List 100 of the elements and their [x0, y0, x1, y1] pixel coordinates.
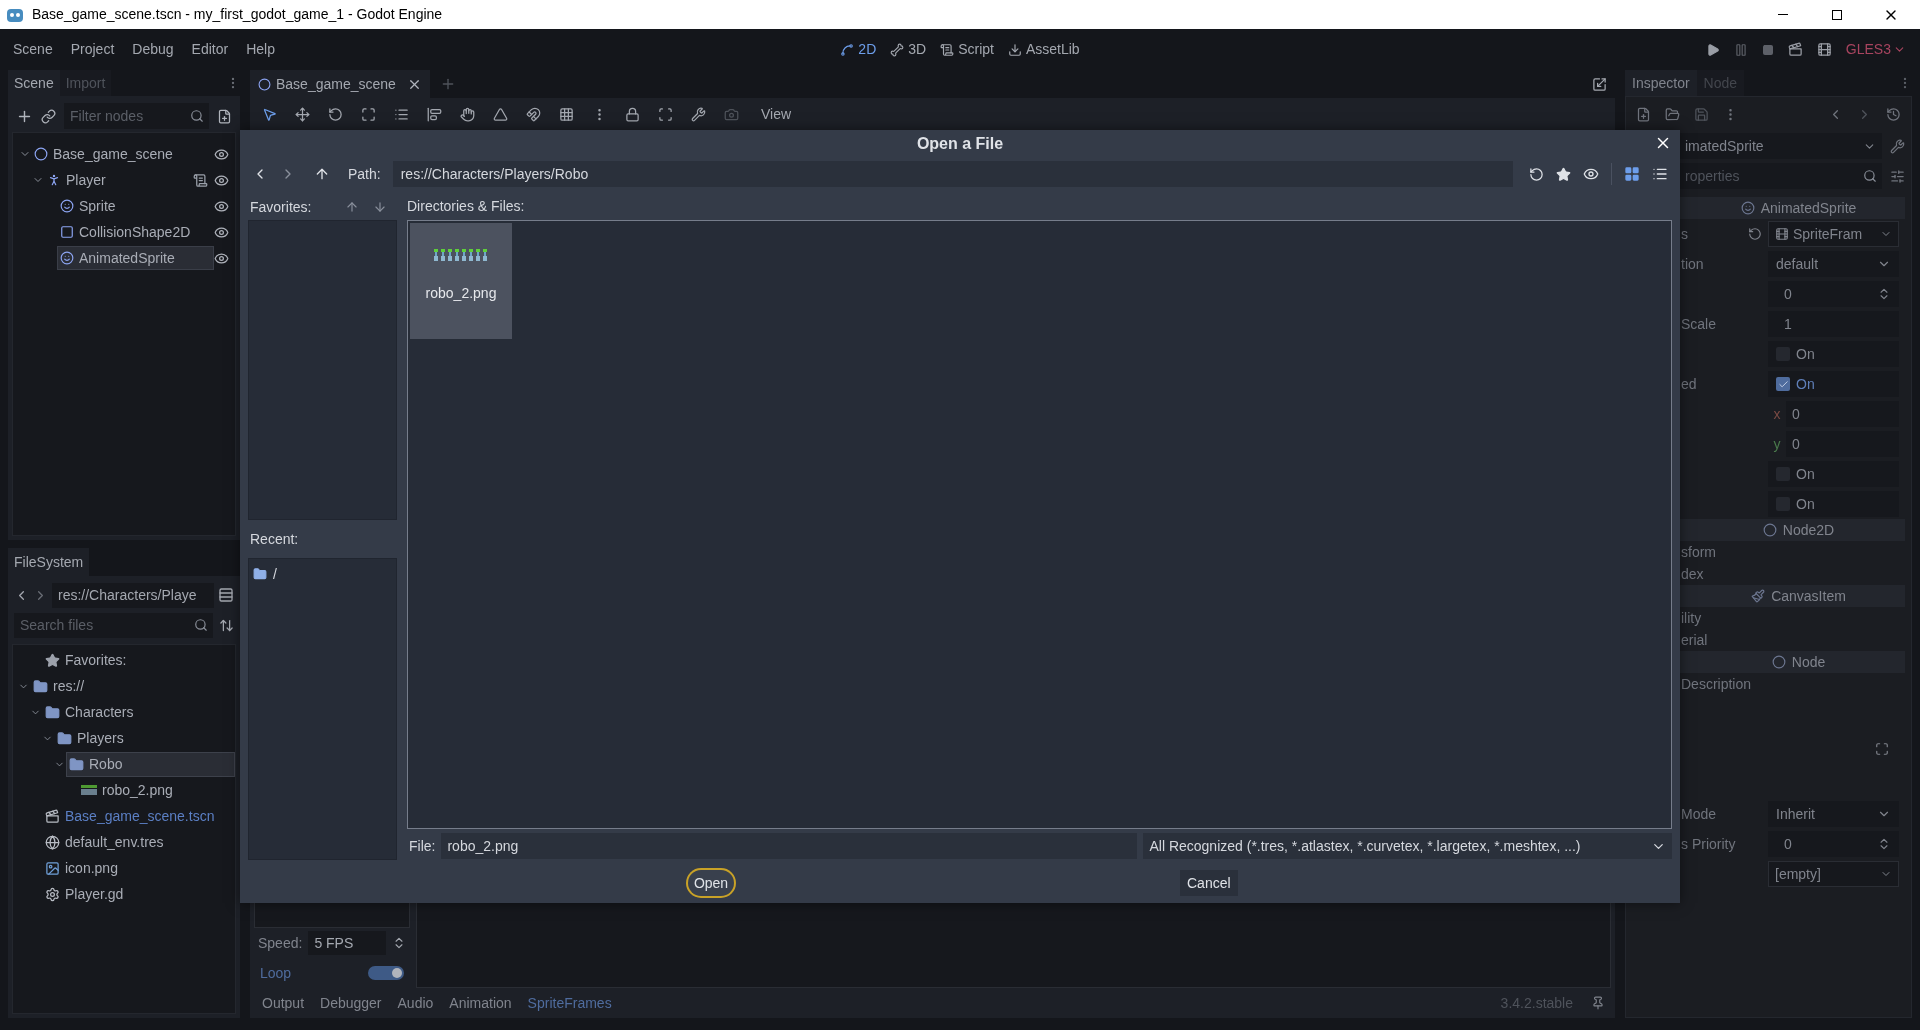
resource-picker[interactable]: SpriteFram	[1768, 221, 1899, 247]
menu-item[interactable]: Editor	[182, 34, 238, 65]
menu-item[interactable]: Help	[237, 34, 284, 65]
bottom-panel-tab[interactable]: Animation	[443, 990, 518, 1016]
tree-item[interactable]: Sprite	[57, 194, 214, 218]
move-up-icon[interactable]	[345, 200, 360, 214]
speed-field[interactable]: 5 FPS	[308, 931, 386, 955]
path-field[interactable]: res://Characters/Playe	[52, 582, 214, 608]
split-view-icon[interactable]	[218, 587, 234, 603]
up-icon[interactable]	[314, 166, 330, 182]
workspace-tab[interactable]: AssetLib	[1007, 35, 1080, 64]
grid-snap-icon[interactable]	[559, 106, 574, 122]
visibility-icon[interactable]	[214, 224, 229, 240]
object-tools-icon[interactable]	[1890, 138, 1905, 154]
file-tree-item[interactable]: Players	[54, 725, 235, 751]
workspace-tab[interactable]: 3D	[890, 35, 927, 64]
pan-tool-icon[interactable]	[460, 106, 475, 122]
bottom-panel-tab[interactable]: Debugger	[314, 990, 388, 1016]
scale-tool-icon[interactable]	[361, 106, 376, 122]
view-menu[interactable]: View	[757, 103, 796, 125]
dock-tab[interactable]: Inspector	[1625, 70, 1697, 96]
smart-snap-icon[interactable]	[526, 106, 541, 122]
list-view-icon[interactable]	[1652, 166, 1668, 182]
file-tree-item[interactable]: Base_game_scene.tscn	[42, 803, 235, 829]
history-icon[interactable]	[1886, 106, 1901, 122]
property-group[interactable]: Description	[1681, 673, 1752, 695]
new-resource-icon[interactable]	[1636, 106, 1651, 122]
file-tree-item[interactable]: default_env.tres	[42, 829, 235, 855]
file-name-field[interactable]: robo_2.png	[441, 833, 1138, 859]
lock-icon[interactable]	[625, 106, 640, 122]
axis-value[interactable]: 0	[1786, 433, 1800, 455]
tree-item[interactable]: AnimatedSprite	[57, 246, 214, 270]
menu-item[interactable]: Scene	[4, 34, 62, 65]
dock-tab[interactable]: FileSystem	[8, 548, 90, 576]
file-tree-item[interactable]: Characters	[42, 699, 235, 725]
spin-field[interactable]: 0	[1768, 831, 1899, 857]
tree-item[interactable]: Player	[44, 168, 193, 192]
play-scene-icon[interactable]	[1787, 42, 1803, 57]
axis-value[interactable]: 0	[1786, 403, 1800, 425]
resource-picker[interactable]: [empty]	[1768, 861, 1899, 887]
file-tree-item[interactable]: Robo	[66, 751, 235, 777]
link-icon[interactable]	[41, 108, 56, 124]
pivot-tool-icon[interactable]	[427, 106, 442, 122]
property-group[interactable]: dex	[1681, 563, 1704, 585]
expand-icon[interactable]	[1875, 742, 1889, 756]
tree-item[interactable]: CollisionShape2D	[57, 220, 214, 244]
filter-field[interactable]: Filter nodes	[64, 103, 209, 129]
refresh-icon[interactable]	[1529, 166, 1544, 182]
menu-item[interactable]: Debug	[123, 34, 183, 65]
open-folder-icon[interactable]	[1665, 106, 1680, 122]
menu-item[interactable]: Project	[61, 34, 124, 65]
filter-options-icon[interactable]	[1890, 168, 1905, 184]
file-type-dropdown[interactable]: All Recognized (*.tres, *.atlastex, *.curvetex, *.largetex, *.meshtex, ...)	[1143, 833, 1672, 859]
dialog-button[interactable]: Cancel	[1180, 870, 1238, 896]
visibility-icon[interactable]	[214, 198, 229, 214]
script-add-icon[interactable]	[217, 108, 232, 124]
number-field[interactable]: 1	[1768, 311, 1899, 337]
play-icon[interactable]	[1705, 42, 1720, 57]
recent-item[interactable]: /	[253, 563, 392, 585]
dialog-button[interactable]: Open	[687, 870, 735, 896]
favorite-icon[interactable]	[1556, 166, 1571, 182]
dock-tab[interactable]: Scene	[8, 70, 60, 96]
bottom-panel-tab[interactable]: Output	[256, 990, 311, 1016]
visibility-icon[interactable]	[1583, 166, 1599, 182]
property-group[interactable]: sform	[1681, 541, 1716, 563]
list-select-icon[interactable]	[394, 106, 409, 122]
play-custom-scene-icon[interactable]	[1816, 42, 1832, 57]
workspace-tab[interactable]: 2D	[840, 35, 877, 64]
file-tree-item[interactable]: res://	[30, 673, 235, 699]
tree-item[interactable]: Base_game_scene	[31, 142, 214, 166]
workspace-tab[interactable]: Script	[940, 35, 994, 64]
select-tool-icon[interactable]	[262, 106, 277, 122]
search-field[interactable]: Search files	[14, 612, 213, 638]
visibility-icon[interactable]	[214, 250, 229, 266]
file-tree-item[interactable]: Favorites:	[42, 647, 235, 673]
dropdown[interactable]: Inherit	[1768, 801, 1899, 827]
move-tool-icon[interactable]	[295, 106, 310, 122]
spin-field[interactable]: 0	[1768, 281, 1899, 307]
distraction-free-icon[interactable]	[1592, 76, 1607, 92]
property-group[interactable]: erial	[1681, 629, 1708, 651]
file-tree-item[interactable]: icon.png	[42, 855, 235, 881]
file-item[interactable]: robo_2.png	[410, 222, 512, 339]
revert-icon[interactable]	[1748, 227, 1762, 241]
grid-view-icon[interactable]	[1624, 166, 1640, 182]
rotate-tool-icon[interactable]	[328, 106, 343, 122]
dropdown[interactable]: default	[1768, 251, 1899, 277]
path-field[interactable]: res://Characters/Players/Robo	[392, 161, 1513, 187]
scene-tab[interactable]: Base_game_scene	[250, 70, 430, 98]
visibility-icon[interactable]	[214, 172, 229, 188]
loop-toggle[interactable]	[368, 966, 404, 980]
sort-icon[interactable]	[219, 617, 234, 633]
checkbox[interactable]	[1776, 377, 1790, 391]
file-tree-item[interactable]: Player.gd	[42, 881, 235, 907]
ruler-tool-icon[interactable]	[493, 106, 508, 122]
script-icon[interactable]	[193, 172, 208, 188]
visibility-icon[interactable]	[214, 146, 229, 162]
bottom-panel-tab[interactable]: Audio	[391, 990, 440, 1016]
pin-icon[interactable]	[1591, 996, 1605, 1010]
stop-icon[interactable]	[1761, 43, 1774, 56]
file-tree-item[interactable]: robo_2.png	[78, 777, 235, 803]
